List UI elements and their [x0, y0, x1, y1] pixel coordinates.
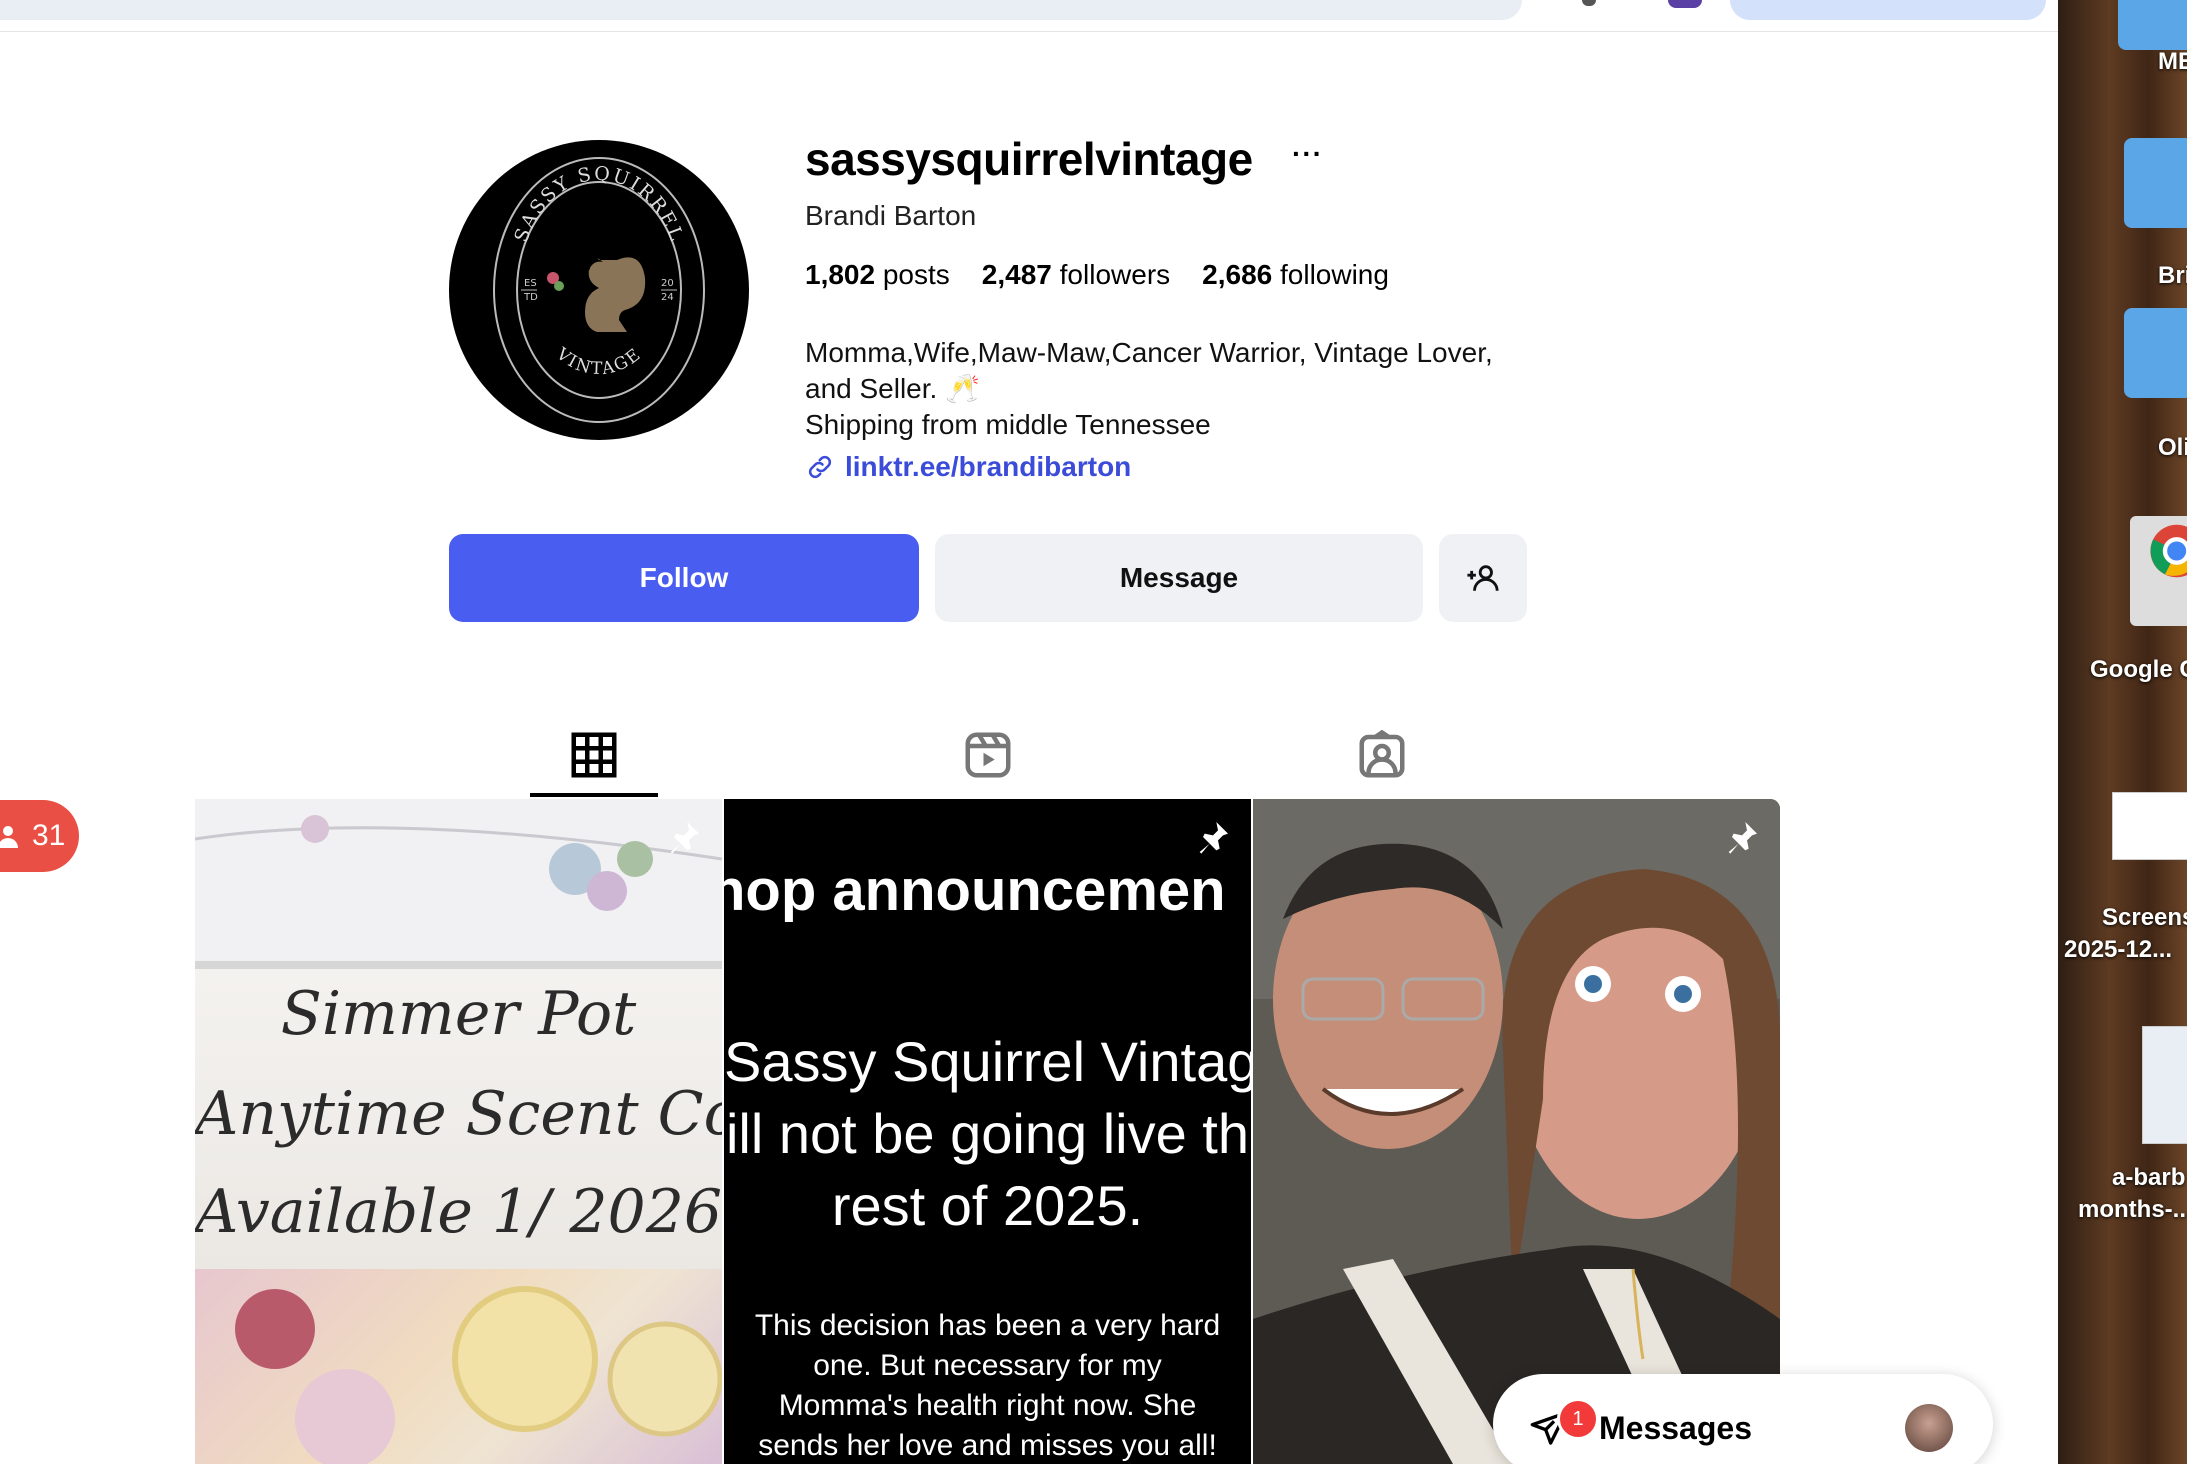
pin-icon	[1728, 822, 1757, 854]
following-label: following	[1280, 259, 1389, 290]
suggested-users-button[interactable]	[1439, 534, 1527, 622]
bio-line: Momma,Wife,Maw-Maw,Cancer Warrior, Vinta…	[805, 337, 1493, 368]
active-tab-indicator	[530, 793, 658, 797]
post-text-line: Sassy Squirrel Vintage	[724, 1030, 1251, 1093]
svg-text:VINTAGE: VINTAGE	[551, 344, 645, 380]
toolbar-button[interactable]	[1730, 0, 2046, 20]
posts-label: posts	[882, 259, 950, 290]
more-options-icon[interactable]: ···	[1292, 138, 1323, 170]
post-small-line: Momma's health right now. She	[778, 1389, 1197, 1422]
citrus-slices-image	[235, 1286, 722, 1464]
post-text-line: Simmer Pot	[280, 979, 637, 1049]
desktop-label[interactable]: 2025-12...	[2064, 936, 2172, 964]
address-bar[interactable]	[0, 0, 1522, 20]
pin-icon	[1199, 822, 1228, 854]
folder-icon[interactable]	[2118, 0, 2187, 50]
post-tile[interactable]: hop announcemen Sassy Squirrel Vintage i…	[724, 799, 1251, 1464]
post-text-line: rest of 2025.	[831, 1174, 1144, 1237]
desktop-label[interactable]: months-...	[2078, 1196, 2187, 1224]
chrome-icon	[2150, 524, 2187, 578]
link-text: linktr.ee/brandibarton	[845, 451, 1132, 482]
person-icon	[0, 826, 18, 848]
profile-bio: Momma,Wife,Maw-Maw,Cancer Warrior, Vinta…	[805, 335, 1525, 443]
messages-label: Messages	[1599, 1410, 1752, 1446]
svg-text:TD: TD	[523, 292, 538, 303]
screenshot-thumbnail[interactable]	[2112, 792, 2187, 860]
profile-icon[interactable]	[1668, 0, 1702, 8]
divider	[195, 961, 722, 969]
floral-plate-image	[195, 815, 722, 911]
side-notification-badge[interactable]: 31	[0, 800, 79, 872]
post-small-line: This decision has been a very hard	[754, 1309, 1221, 1342]
post-small-line: sends her love and misses you all!	[758, 1429, 1217, 1462]
add-person-icon	[1467, 565, 1499, 591]
messages-bar[interactable]: 1 Messages	[1493, 1374, 1993, 1464]
folder-icon[interactable]	[2124, 138, 2187, 228]
desktop-label[interactable]: Screens	[2102, 904, 2187, 932]
browser-window: SASSY SQUIRREL VINTAGE ES TD 20 24 sassy…	[0, 0, 2058, 1464]
desktop-label[interactable]: ME	[2158, 48, 2187, 76]
notification-count: 31	[32, 819, 66, 852]
svg-text:20: 20	[661, 278, 674, 289]
followers-number: 2,487	[981, 259, 1052, 290]
post-text-line: Available 1/ 2026	[195, 1177, 722, 1247]
selfie-photo	[1253, 799, 1780, 1464]
follow-button[interactable]: Follow	[449, 534, 919, 622]
posts-grid: Simmer Pot Anytime Scent Collecti Availa…	[195, 799, 1780, 1464]
desktop-label[interactable]: Oli	[2158, 434, 2187, 462]
post-small-line: one. But necessary for my	[813, 1349, 1162, 1382]
posts-number: 1,802	[805, 259, 876, 290]
bio-line: and Seller. 🥂	[805, 373, 980, 404]
messages-avatar	[1905, 1404, 1953, 1452]
post-heading: hop announcemen	[724, 858, 1226, 923]
pin-icon	[670, 822, 699, 854]
document-thumbnail[interactable]	[2142, 1026, 2187, 1144]
folder-icon[interactable]	[2124, 308, 2187, 398]
messages-badge: 1	[1557, 1398, 1599, 1440]
toolbar-icon[interactable]	[1582, 0, 1596, 6]
profile-stats: 1,802 posts 2,487 followers 2,686 follow…	[805, 259, 1389, 291]
desktop-background: ME Bri Oli Google C Screens 2025-12... a…	[2058, 0, 2187, 1464]
desktop-label[interactable]: a-barb	[2112, 1164, 2185, 1192]
followers-label: followers	[1059, 259, 1171, 290]
following-count[interactable]: 2,686 following	[1202, 259, 1389, 291]
post-text-line: ill not be going live th	[725, 1102, 1249, 1165]
post-tile[interactable]	[1253, 799, 1780, 1464]
posts-count: 1,802 posts	[805, 259, 950, 291]
profile-full-name: Brandi Barton	[805, 200, 977, 231]
svg-text:ES: ES	[524, 278, 537, 289]
bio-line: Shipping from middle Tennessee	[805, 409, 1211, 440]
link-icon	[808, 455, 832, 479]
svg-text:24: 24	[661, 292, 674, 303]
desktop-label[interactable]: Bri	[2158, 262, 2187, 290]
grid-icon[interactable]	[567, 728, 621, 782]
post-image-plate	[195, 799, 722, 961]
app-installer-icon[interactable]	[2130, 516, 2187, 626]
sassy-squirrel-logo: SASSY SQUIRREL VINTAGE ES TD 20 24	[493, 157, 705, 423]
svg-text:SASSY SQUIRREL: SASSY SQUIRREL	[510, 163, 688, 246]
tagged-icon[interactable]	[1355, 728, 1409, 782]
followers-count[interactable]: 2,487 followers	[982, 259, 1170, 291]
post-tile[interactable]: Simmer Pot Anytime Scent Collecti Availa…	[195, 799, 722, 1464]
profile-link[interactable]: linktr.ee/brandibarton	[805, 451, 1131, 483]
following-number: 2,686	[1202, 259, 1273, 290]
post-text-line: Anytime Scent Collecti	[195, 1079, 722, 1149]
toolbar-divider	[0, 31, 2058, 32]
desktop-label[interactable]: Google C	[2090, 656, 2187, 684]
message-button[interactable]: Message	[935, 534, 1423, 622]
profile-avatar[interactable]: SASSY SQUIRREL VINTAGE ES TD 20 24	[449, 140, 749, 440]
reels-icon[interactable]	[961, 728, 1015, 782]
profile-username: sassysquirrelvintage	[805, 133, 1253, 185]
dried-fruit-image	[195, 1269, 722, 1464]
